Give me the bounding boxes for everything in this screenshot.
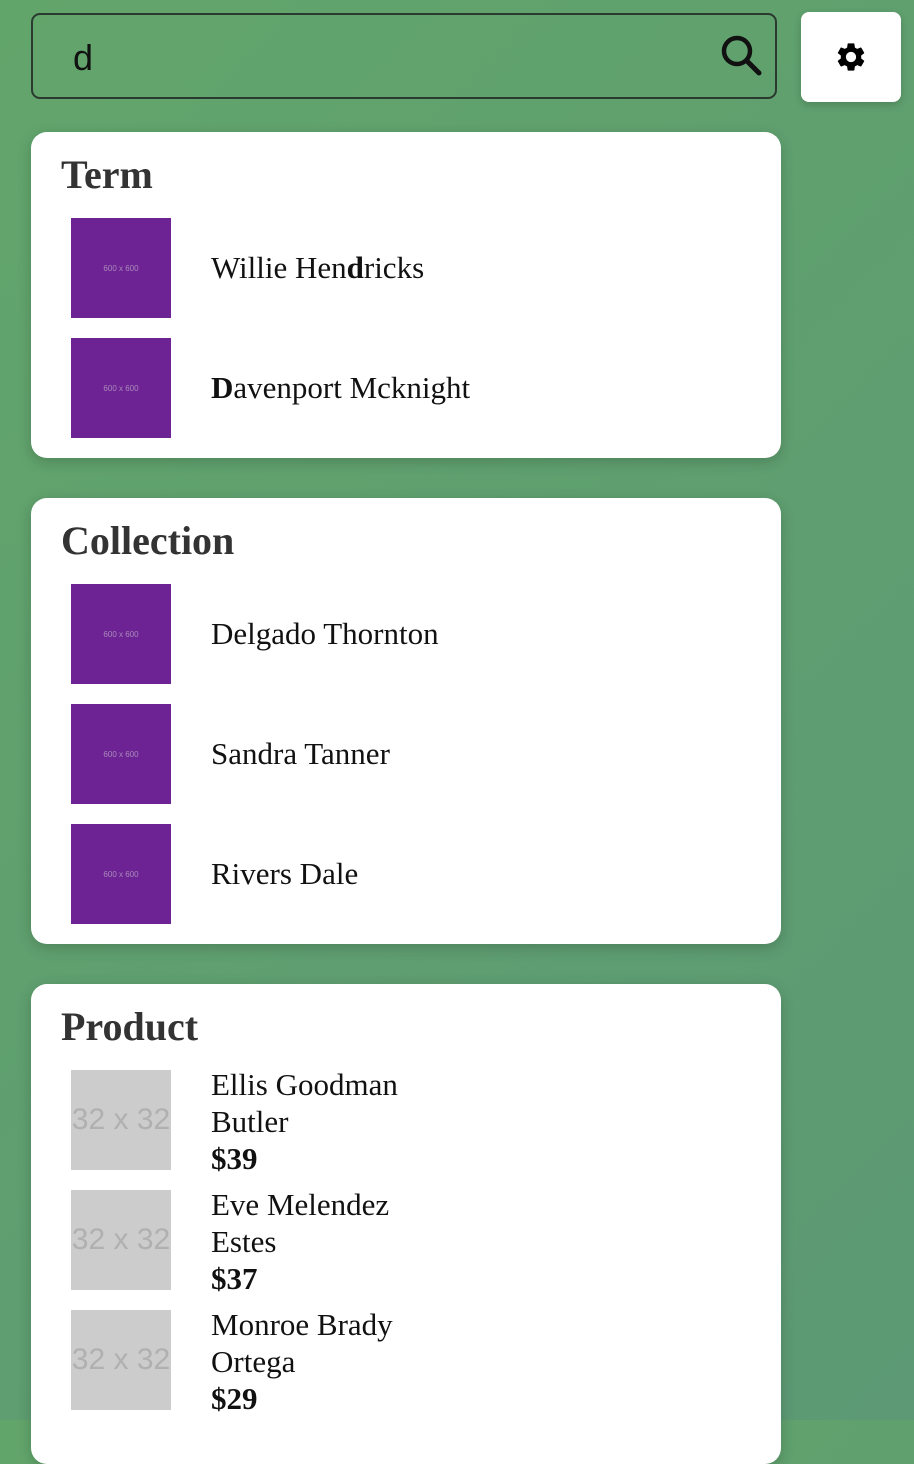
collection-thumbnail: 600 x 600 — [71, 584, 171, 684]
term-label-pre: Willie Hen — [211, 250, 347, 285]
product-thumbnail: 32 x 32 — [71, 1310, 171, 1410]
product-price: $37 — [211, 1261, 258, 1296]
product-price: $39 — [211, 1141, 258, 1176]
product-name-line1: Monroe Brady — [211, 1307, 393, 1342]
product-details: Ellis Goodman Butler $39 — [211, 1066, 398, 1177]
term-label-match: d — [346, 250, 364, 285]
term-thumbnail: 600 x 600 — [71, 338, 171, 438]
gear-icon — [837, 43, 865, 71]
collection-thumbnail: 600 x 600 — [71, 824, 171, 924]
collection-label: Rivers Dale — [211, 856, 359, 891]
term-label: Davenport Mcknight — [211, 338, 470, 438]
collection-thumbnail: 600 x 600 — [71, 704, 171, 804]
thumbnail-placeholder-text: 32 x 32 — [71, 1343, 171, 1376]
product-item[interactable]: 32 x 32 Ellis Goodman Butler $39 — [71, 1067, 751, 1176]
thumbnail-placeholder-text: 600 x 600 — [103, 869, 139, 879]
collection-label: Sandra Tanner — [211, 736, 390, 771]
thumbnail-placeholder-text: 600 x 600 — [103, 629, 139, 639]
term-item[interactable]: 600 x 600 Davenport Mcknight — [71, 338, 751, 438]
product-name-line2: Ortega — [211, 1344, 296, 1379]
settings-button[interactable] — [801, 12, 901, 102]
term-panel: Term 600 x 600 Willie Hen d ricks 600 x 60… — [31, 132, 781, 458]
thumbnail-placeholder-text: 32 x 32 — [71, 1223, 171, 1256]
product-item[interactable]: 32 x 32 Monroe Brady Ortega $29 — [71, 1307, 751, 1416]
search-input[interactable] — [73, 35, 673, 81]
search-icon[interactable] — [719, 33, 763, 77]
search-box[interactable] — [31, 13, 777, 99]
term-heading: Term — [61, 152, 153, 197]
product-thumbnail: 32 x 32 — [71, 1070, 171, 1170]
thumbnail-placeholder-text: 600 x 600 — [103, 383, 139, 393]
term-label-match: D — [211, 370, 234, 405]
collection-item[interactable]: 600 x 600 Sandra Tanner — [71, 704, 751, 804]
thumbnail-placeholder-text: 600 x 600 — [103, 263, 139, 273]
product-name-line1: Eve Melendez — [211, 1187, 390, 1222]
product-details: Monroe Brady Ortega $29 — [211, 1306, 393, 1417]
product-details: Eve Melendez Estes $37 — [211, 1186, 389, 1297]
collection-heading: Collection — [61, 518, 235, 563]
thumbnail-placeholder-text: 600 x 600 — [103, 749, 139, 759]
collection-label: Delgado Thornton — [211, 616, 439, 651]
product-name-line2: Butler — [211, 1104, 289, 1139]
product-price: $29 — [211, 1381, 258, 1416]
product-panel: Product 32 x 32 Ellis Goodman Butler $39… — [31, 984, 781, 1464]
term-label-post: ricks — [363, 250, 425, 285]
product-thumbnail: 32 x 32 — [71, 1190, 171, 1290]
product-name-line1: Ellis Goodman — [211, 1067, 398, 1102]
collection-panel: Collection 600 x 600 Delgado Thornton 60… — [31, 498, 781, 944]
product-item[interactable]: 32 x 32 Eve Melendez Estes $37 — [71, 1187, 751, 1296]
collection-item[interactable]: 600 x 600 Delgado Thornton — [71, 584, 751, 684]
thumbnail-placeholder-text: 32 x 32 — [71, 1103, 171, 1136]
collection-item[interactable]: 600 x 600 Rivers Dale — [71, 824, 751, 924]
product-name-line2: Estes — [211, 1224, 277, 1259]
term-label: Willie Hen d ricks — [211, 218, 424, 318]
term-item[interactable]: 600 x 600 Willie Hen d ricks — [71, 218, 751, 318]
term-thumbnail: 600 x 600 — [71, 218, 171, 318]
term-label-post: avenport Mcknight — [233, 370, 471, 405]
product-heading: Product — [61, 1004, 199, 1049]
